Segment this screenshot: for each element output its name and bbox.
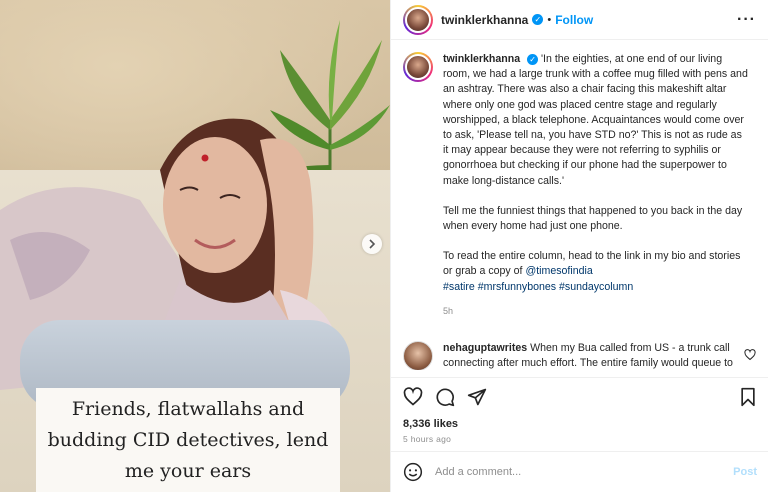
caption-username[interactable]: twinklerkhanna [443,53,520,65]
action-icons [403,384,757,410]
mention-link[interactable]: @timesofindia [525,265,592,277]
post-actions: 8,336 likes 5 hours ago [391,377,768,444]
post-timestamp[interactable]: 5 hours ago [403,434,757,444]
caption-body: 'In the eighties, at one end of our livi… [443,53,748,187]
caption-text: twinklerkhanna ✓ 'In the eighties, at on… [443,52,749,319]
image-caption-card: Friends, flatwallahs and budding CID det… [36,388,340,492]
caption-avatar[interactable] [403,52,433,82]
add-comment-bar: Add a comment... Post [391,451,768,492]
post-caption: twinklerkhanna ✓ 'In the eighties, at on… [403,52,756,319]
header-separator: • [547,13,552,26]
verified-badge-icon: ✓ [527,54,539,66]
emoji-icon[interactable] [403,462,423,482]
verified-badge-icon: ✓ [532,14,544,25]
next-image-button[interactable] [362,234,382,254]
like-heart-icon[interactable] [403,387,423,407]
hashtags-link[interactable]: #satire #mrsfunnybones #sundaycolumn [443,280,749,295]
commenter-avatar[interactable] [403,341,433,370]
post-comment-button[interactable]: Post [733,466,757,478]
post-header: twinklerkhanna ✓ • Follow ··· [391,0,768,40]
share-send-icon[interactable] [467,387,487,407]
post-image[interactable]: Friends, flatwallahs and budding CID det… [0,0,390,492]
comment-item: nehaguptawrites When my Bua called from … [403,341,756,370]
caption-paragraph-3: To read the entire column, head to the l… [443,249,749,295]
chevron-right-icon [369,239,376,249]
caption-time[interactable]: 5h [443,304,749,319]
comment-text: nehaguptawrites When my Bua called from … [443,341,733,370]
add-comment-input[interactable]: Add a comment... [435,466,733,478]
caption-paragraph-2: Tell me the funniest things that happene… [443,204,743,233]
comment-bubble-icon[interactable] [435,387,455,407]
post-sidebar: twinklerkhanna ✓ • Follow ··· twinklerkh… [390,0,768,492]
author-username[interactable]: twinklerkhanna [441,13,528,27]
likes-count[interactable]: 8,336 likes [403,418,757,430]
author-avatar[interactable] [403,4,433,35]
commenter-username[interactable]: nehaguptawrites [443,342,527,354]
image-caption-text: Friends, flatwallahs and budding CID det… [47,397,329,482]
bookmark-save-icon[interactable] [739,387,757,407]
comments-section[interactable]: twinklerkhanna ✓ 'In the eighties, at on… [391,40,768,370]
comment-like-icon[interactable] [744,349,756,361]
follow-button[interactable]: Follow [555,13,593,27]
more-options-icon[interactable]: ··· [737,11,756,29]
